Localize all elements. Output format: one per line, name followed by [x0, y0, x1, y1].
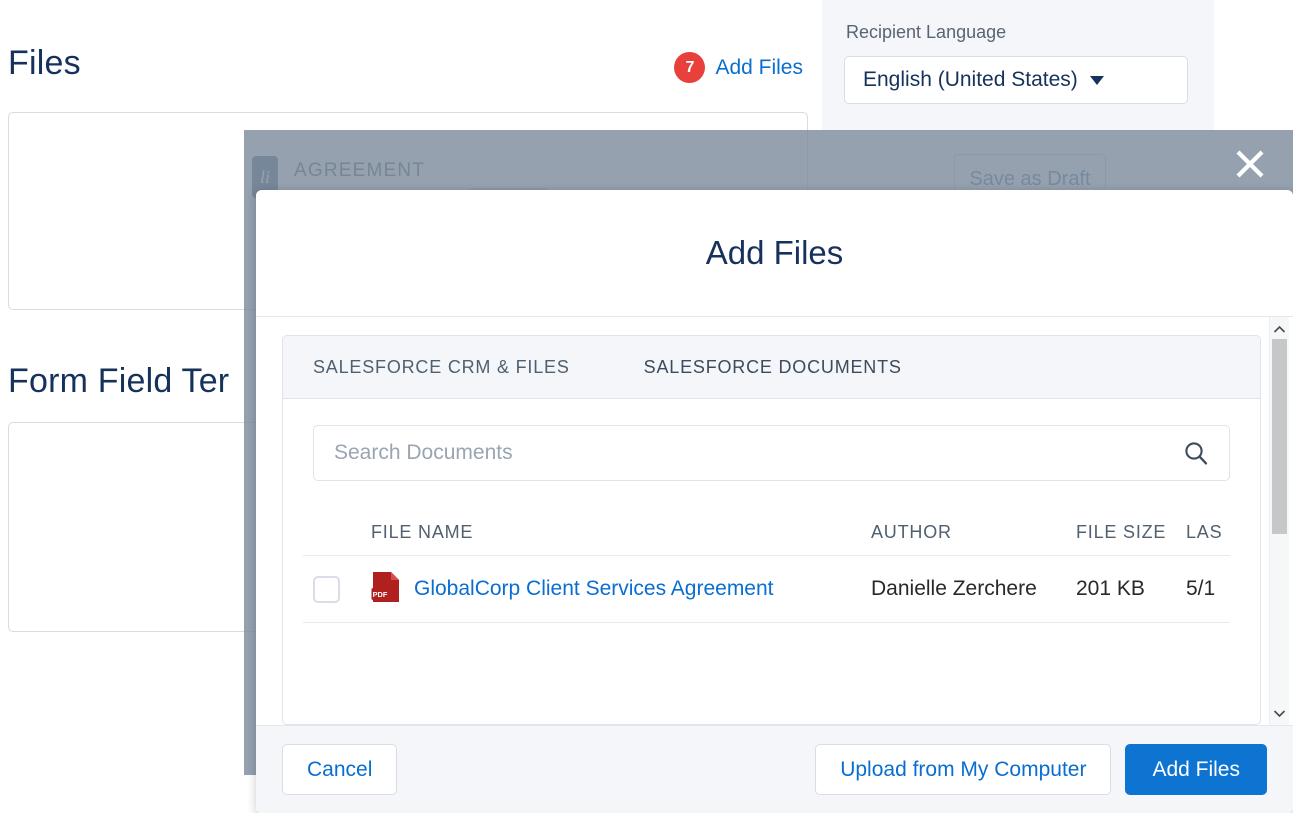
pdf-file-icon: PDF — [371, 570, 401, 609]
add-files-action[interactable]: 7 Add Files — [674, 52, 803, 83]
tab-salesforce-documents[interactable]: SALESFORCE DOCUMENTS — [644, 357, 902, 378]
row-checkbox[interactable] — [313, 576, 340, 603]
file-name-link[interactable]: GlobalCorp Client Services Agreement — [414, 577, 774, 601]
tab-salesforce-crm-and-files[interactable]: SALESFORCE CRM & FILES — [313, 357, 570, 378]
add-files-submit-button[interactable]: Add Files — [1125, 744, 1267, 795]
search-box[interactable] — [313, 425, 1230, 481]
column-header-file-name: FILE NAME — [371, 522, 871, 543]
table-row[interactable]: PDF GlobalCorp Client Services Agreement… — [303, 556, 1230, 623]
file-size: 201 KB — [1076, 577, 1186, 601]
modal-header: Add Files — [256, 190, 1293, 317]
chevron-down-icon[interactable] — [1270, 703, 1289, 723]
files-section-title: Files — [8, 44, 81, 83]
modal-body: SALESFORCE CRM & FILES SALESFORCE DOCUME… — [256, 317, 1293, 725]
files-count-badge: 7 — [674, 52, 705, 83]
search-row — [283, 399, 1260, 481]
add-files-link[interactable]: Add Files — [715, 56, 803, 80]
chevron-up-icon[interactable] — [1270, 319, 1289, 339]
modal-footer: Cancel Upload from My Computer Add Files — [256, 725, 1293, 813]
modal-scrollbar[interactable] — [1269, 317, 1289, 725]
table-header-row: FILE NAME AUTHOR FILE SIZE LAS — [303, 509, 1230, 556]
column-header-last-modified: LAS — [1186, 522, 1261, 543]
column-header-file-size: FILE SIZE — [1076, 522, 1186, 543]
file-last-modified: 5/1 — [1186, 577, 1261, 601]
column-header-author: AUTHOR — [871, 522, 1076, 543]
file-author: Danielle Zerchere — [871, 577, 1076, 601]
recipient-language-label: Recipient Language — [846, 22, 1006, 43]
recipient-language-value: English (United States) — [863, 68, 1078, 92]
recipient-language-panel: Recipient Language English (United State… — [822, 0, 1214, 132]
search-input[interactable] — [332, 440, 1183, 466]
row-select-cell — [313, 576, 371, 603]
chevron-down-icon — [1090, 76, 1104, 85]
svg-text:PDF: PDF — [373, 590, 388, 599]
source-tabs: SALESFORCE CRM & FILES SALESFORCE DOCUME… — [283, 336, 1260, 399]
modal-body-content: SALESFORCE CRM & FILES SALESFORCE DOCUME… — [282, 335, 1261, 725]
file-source-card: SALESFORCE CRM & FILES SALESFORCE DOCUME… — [282, 335, 1261, 725]
recipient-language-select[interactable]: English (United States) — [844, 56, 1188, 104]
documents-table: FILE NAME AUTHOR FILE SIZE LAS — [303, 509, 1230, 623]
upload-from-my-computer-button[interactable]: Upload from My Computer — [815, 744, 1111, 795]
file-name-cell: PDF GlobalCorp Client Services Agreement — [371, 570, 871, 609]
form-field-template-title: Form Field Ter — [8, 362, 229, 401]
cancel-button[interactable]: Cancel — [282, 744, 397, 795]
search-icon[interactable] — [1183, 440, 1209, 466]
add-files-modal: Add Files SALESFORCE CRM & FILES SALESFO… — [256, 190, 1293, 813]
scrollbar-thumb[interactable] — [1272, 339, 1287, 534]
close-icon[interactable] — [1224, 138, 1276, 190]
modal-backdrop[interactable]: Add Files SALESFORCE CRM & FILES SALESFO… — [244, 130, 1293, 775]
modal-title: Add Files — [706, 234, 844, 272]
